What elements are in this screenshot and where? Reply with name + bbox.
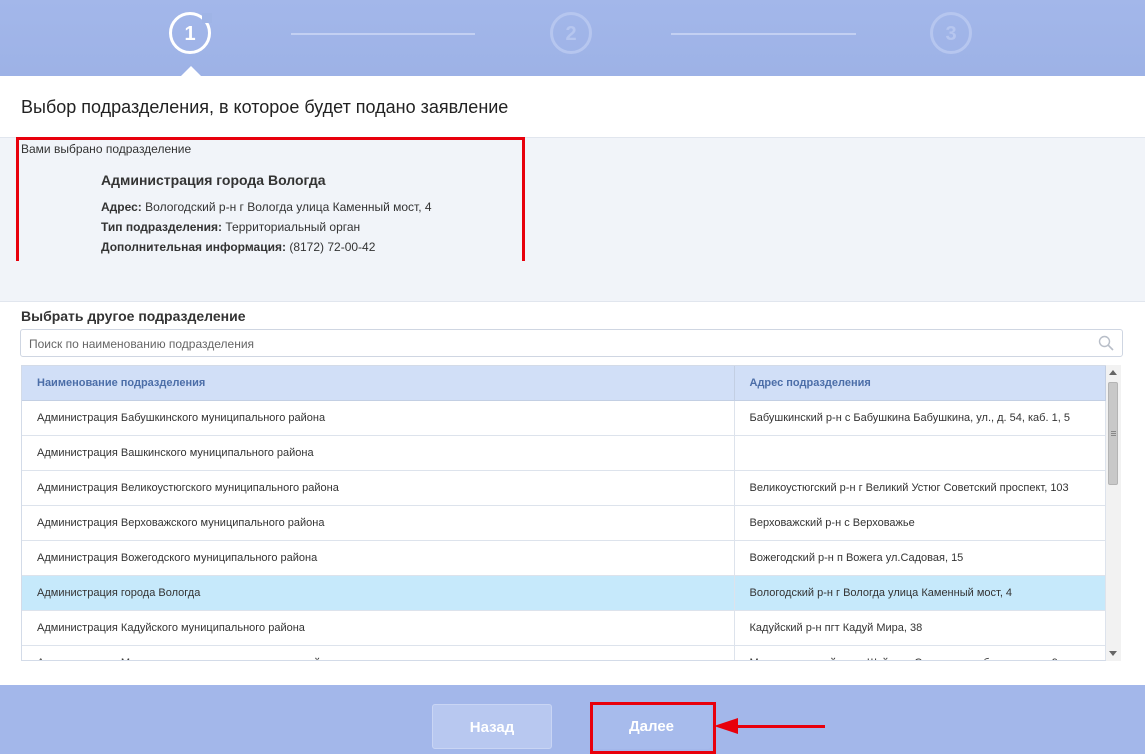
footer-bar: Назад Далее — [0, 685, 1145, 754]
column-header-name[interactable]: Наименование подразделения — [22, 366, 735, 401]
step-3-number: 3 — [945, 23, 957, 45]
table-row[interactable]: Администрация Междуреченского муниципаль… — [22, 645, 1106, 660]
cell-name: Администрация Вожегодского муниципальног… — [22, 540, 735, 576]
cell-address — [734, 435, 1106, 471]
scrollbar-grip — [1111, 431, 1116, 432]
cell-name: Администрация Вашкинского муниципального… — [22, 435, 735, 471]
cell-address: Кадуйский р-н пгт Кадуй Мира, 38 — [734, 610, 1106, 646]
cell-address: Междуреченский р-н с Шуйское Сухонская н… — [734, 645, 1106, 660]
cell-address: Вожегодский р-н п Вожега ул.Садовая, 15 — [734, 540, 1106, 576]
cell-name: Администрация Бабушкинского муниципально… — [22, 400, 735, 436]
search-input[interactable] — [27, 334, 1091, 354]
active-step-pointer — [181, 66, 201, 76]
choose-other-title: Выбрать другое подразделение — [21, 308, 246, 324]
cell-name: Администрация Великоустюгского муниципал… — [22, 470, 735, 506]
cell-address: Великоустюгский р-н г Великий Устюг Сове… — [734, 470, 1106, 506]
cell-name: Администрация Верховажского муниципально… — [22, 505, 735, 541]
table-row[interactable]: Администрация Вожегодского муниципальног… — [22, 540, 1106, 576]
search-box — [20, 329, 1123, 357]
scroll-down-arrow-icon[interactable] — [1109, 651, 1117, 656]
table-row[interactable]: Администрация Кадуйского муниципального … — [22, 610, 1106, 646]
step-connector — [671, 33, 856, 35]
cell-address: Верховажский р-н с Верховажье — [734, 505, 1106, 541]
table-row[interactable]: Администрация Верховажского муниципально… — [22, 505, 1106, 541]
scroll-up-arrow-icon[interactable] — [1109, 370, 1117, 375]
annotation-arrow-line — [737, 725, 825, 728]
step-connector — [291, 33, 475, 35]
page-title: Выбор подразделения, в которое будет под… — [21, 97, 509, 117]
back-button[interactable]: Назад — [432, 704, 552, 749]
main-panel: Выбор подразделения, в которое будет под… — [0, 76, 1145, 685]
units-table: Наименование подразделения Адрес подразд… — [21, 365, 1121, 661]
table-scrollbar[interactable] — [1106, 365, 1121, 661]
cell-name: Администрация Кадуйского муниципального … — [22, 610, 735, 646]
refresh-step-icon — [202, 13, 212, 23]
annotation-highlight-box — [16, 137, 525, 266]
table-header-row: Наименование подразделения Адрес подразд… — [22, 366, 1106, 401]
step-2: 2 — [550, 12, 592, 54]
step-1: 1 — [169, 12, 212, 54]
table-row[interactable]: Администрация Вашкинского муниципального… — [22, 435, 1106, 471]
cell-address: Бабушкинский р-н с Бабушкина Бабушкина, … — [734, 400, 1106, 436]
table-row[interactable]: Администрация Бабушкинского муниципально… — [22, 400, 1106, 436]
column-header-address[interactable]: Адрес подразделения — [734, 366, 1106, 401]
table-row-selected[interactable]: Администрация города Вологда Вологодский… — [22, 575, 1106, 611]
progress-stepper: 1 2 3 — [0, 0, 1145, 76]
scrollbar-thumb[interactable] — [1108, 382, 1118, 485]
step-1-number: 1 — [184, 23, 196, 45]
section-divider — [0, 261, 1145, 302]
cell-address: Вологодский р-н г Вологда улица Каменный… — [734, 575, 1106, 611]
step-2-number: 2 — [565, 23, 577, 45]
annotation-next-box — [590, 702, 716, 754]
cell-name: Администрация Междуреченского муниципаль… — [22, 645, 735, 660]
annotation-arrow-head — [714, 718, 738, 734]
cell-name: Администрация города Вологда — [22, 575, 735, 611]
table-row[interactable]: Администрация Великоустюгского муниципал… — [22, 470, 1106, 506]
search-icon[interactable] — [1098, 335, 1114, 351]
step-3: 3 — [930, 12, 972, 54]
